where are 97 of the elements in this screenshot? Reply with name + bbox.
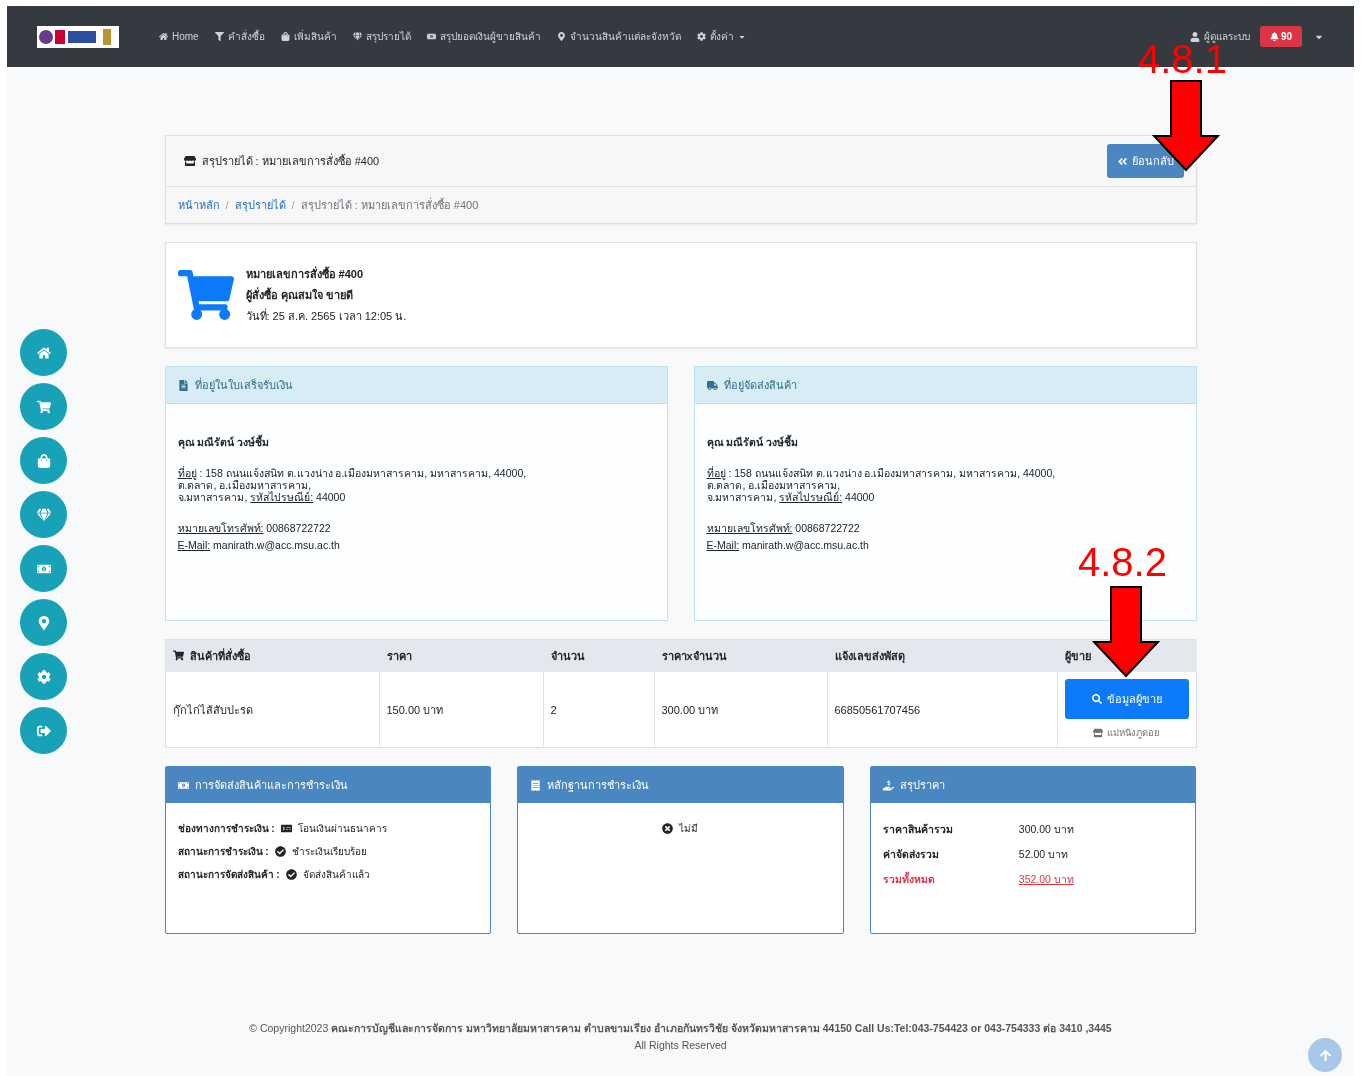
sidebar-button[interactable] <box>20 491 67 538</box>
page-title: สรุปรายได้ : หมายเลขการสั่งซื้อ #400 <box>201 152 380 170</box>
phone-text: หมายเลขโทรศัพท์: 00868722722 <box>706 522 861 535</box>
shop-name: แม่หนิงภูดอย <box>1107 726 1160 740</box>
filter-icon <box>214 32 224 41</box>
arrow-up-icon <box>1318 1048 1332 1062</box>
email-text: E-Mail: manirath.w@acc.msu.ac.th <box>177 539 341 552</box>
status-value: จัดส่งสินค้าแล้ว <box>302 868 370 882</box>
breadcrumb-link[interactable]: สรุปรายได้ <box>234 196 286 214</box>
map-pin-icon <box>556 32 566 41</box>
recipient-name: คุณ มณีรัตน์ วงษ์ชื้ม <box>706 436 800 449</box>
status-label: ช่องทางการชำระเงิน : <box>177 822 275 836</box>
order-date: วันที่: 25 ส.ค. 2565 เวลา 12:05 น. <box>245 307 407 324</box>
summary-value: 52.00 บาท <box>1018 847 1070 862</box>
sidebar-button[interactable] <box>20 545 67 592</box>
gem-icon <box>36 507 51 522</box>
document-icon <box>177 379 189 391</box>
column-header: สินค้าที่สั่งซื้อ <box>165 639 379 672</box>
logo-icon[interactable] <box>37 25 119 48</box>
map-pin-icon <box>36 615 51 630</box>
money-icon <box>177 779 189 791</box>
address-text: ที่อยู่ : 158 ถนนแจ้งสนิท ต.แวงน่าง อ.เมืองมหาสารคาม, มหาสารคาม, 44000, ต.ตลาด, อ.เมืองมหาสารคาม, จ.มหาสารคาม, รหัสไปรษณีย์: 44000 <box>706 467 1057 504</box>
hand-coin-icon <box>882 779 894 791</box>
summary-label: ราคาสินค้ารวม <box>882 822 954 837</box>
bell-icon <box>1269 32 1279 41</box>
sidebar-button[interactable] <box>20 599 67 646</box>
receipt-icon <box>530 779 542 791</box>
scroll-top-button[interactable] <box>1308 1038 1342 1072</box>
sidebar-button[interactable] <box>20 707 67 754</box>
table-cell: 150.00 บาท <box>379 672 543 748</box>
summary-label: ค่าจัดส่งรวม <box>882 847 940 862</box>
nav-link[interactable]: จำนวนสินค้าแต่ละจังหวัด <box>556 29 681 44</box>
status-value: โอนเงินผ่านธนาคาร <box>297 822 387 836</box>
sidebar-button[interactable] <box>20 383 67 430</box>
home-icon <box>36 345 51 360</box>
card-title: หลักฐานการชำระเงิน <box>547 778 650 794</box>
cart-icon <box>177 267 234 323</box>
breadcrumb-link[interactable]: หน้าหลัก <box>177 196 220 214</box>
breadcrumb-separator: / <box>291 199 295 211</box>
shop-icon <box>1093 727 1103 738</box>
order-number: หมายเลขการสั่งซื้อ #400 <box>245 265 365 282</box>
card-title: ที่อยู่ในใบเสร็จรับเงิน <box>194 376 293 394</box>
rights-text: All Rights Reserved <box>633 1038 728 1053</box>
table-cell: กุ๊กไก่ไส้สับปะรด <box>165 672 379 748</box>
table-cell: 2 <box>543 672 654 748</box>
card-title: การจัดส่งสินค้าและการชำระเงิน <box>194 778 348 793</box>
page-name-text: สรุปรายได้ : หมายเลขการสั่งซื้อ #400 <box>300 196 479 214</box>
table-cell: 300.00 บาท <box>654 672 827 748</box>
card-title: สรุปราคา <box>899 778 945 794</box>
notification-badge[interactable]: 90 <box>1259 26 1302 47</box>
column-header: จำนวน <box>543 639 654 672</box>
nav-link[interactable]: สรุปยอดเงินผู้ขายสินค้า <box>426 29 541 44</box>
card-title: ที่อยู่จัดส่งสินค้า <box>723 376 797 394</box>
column-header: ราคา <box>379 639 543 672</box>
money-icon <box>426 32 436 41</box>
sidebar-button[interactable] <box>20 329 67 376</box>
settings-icon <box>696 32 706 41</box>
table-cell: 66850561707456 <box>827 672 1057 748</box>
status-label: สถานะการจัดส่งสินค้า : <box>177 868 280 882</box>
email-text: E-Mail: manirath.w@acc.msu.ac.th <box>706 539 870 552</box>
summary-label: รวมทั้งหมด <box>882 871 936 887</box>
status-value: ชำระเงินเรียบร้อย <box>291 845 367 859</box>
status-label: สถานะการชำระเงิน : <box>177 845 269 859</box>
seller-info-button[interactable]: ข้อมูลผู้ขาย <box>1064 679 1189 719</box>
evidence-text: ไม่มี <box>679 822 699 836</box>
double-chevron-icon <box>1116 155 1128 167</box>
column-header: ราคาxจำนวน <box>654 639 827 672</box>
search-icon <box>1091 694 1102 704</box>
summary-value: 300.00 บาท <box>1018 822 1075 837</box>
nav-link[interactable]: ตั้งค่า <box>696 29 746 44</box>
truck-icon <box>706 379 718 391</box>
annotation-label: 4.8.2 <box>1078 542 1167 582</box>
nav-link[interactable]: คำสั่งซื้อ <box>214 29 265 44</box>
user-menu[interactable]: ผู้ดูแลระบบ <box>1189 29 1250 44</box>
logout-icon <box>36 723 51 738</box>
breadcrumb-separator: / <box>225 199 229 211</box>
sidebar-button[interactable] <box>20 653 67 700</box>
settings-icon <box>36 669 51 684</box>
nav-link[interactable]: สรุปรายได้ <box>352 29 411 44</box>
nav-link[interactable]: เพิ่มสินค้า <box>280 29 337 44</box>
home-icon <box>159 32 168 41</box>
phone-text: หมายเลขโทรศัพท์: 00868722722 <box>177 522 332 535</box>
recipient-name: คุณ มณีรัตน์ วงษ์ชื้ม <box>177 436 271 449</box>
nav-link[interactable]: Home <box>159 31 199 42</box>
column-header: แจ้งเลขส่งพัสดุ <box>827 639 1057 672</box>
bag-icon <box>280 32 290 41</box>
sidebar-button[interactable] <box>20 437 67 484</box>
copyright-text: © Copyright2023 คณะการบัญชีและการจัดการ มหาวิทยาลัยมหาสารคาม ตำบลขามเรียง อำเภอกันทรวิชัย จังหวัดมหาสารคาม 44150 Call Us:Tel:043-754423 or 043-754333 ต่อ 3410 ,3445 <box>248 1021 1113 1037</box>
gem-icon <box>352 32 362 41</box>
summary-total: 352.00 บาท <box>1018 872 1075 887</box>
bag-icon <box>36 453 51 468</box>
money-check-icon <box>280 823 292 834</box>
shop-icon <box>183 155 196 167</box>
cart-icon <box>172 650 184 661</box>
address-text: ที่อยู่ : 158 ถนนแจ้งสนิท ต.แวงน่าง อ.เมืองมหาสารคาม, มหาสารคาม, 44000, ต.ตลาด, อ.เมืองมหาสารคาม, จ.มหาสารคาม, รหัสไปรษณีย์: 44000 <box>177 467 528 504</box>
buyer-name: ผู้สั่งซื้อ คุณสมใจ ขายดี <box>245 286 354 304</box>
cart-icon <box>36 399 51 414</box>
